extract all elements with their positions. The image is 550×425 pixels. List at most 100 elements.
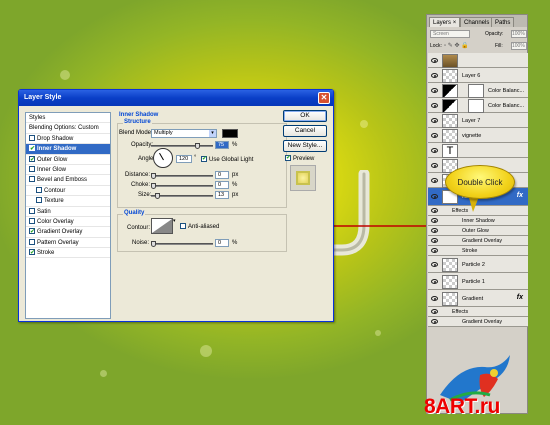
lock-icons[interactable]: ▫ ✎ ✥ 🔒 — [444, 42, 469, 49]
style-item[interactable]: Inner Glow — [26, 165, 110, 176]
style-item[interactable]: Inner Shadow — [26, 144, 110, 155]
angle-field[interactable]: 120 — [176, 155, 192, 163]
effect-row[interactable]: Gradient Overlay — [428, 236, 528, 246]
ok-button[interactable]: OK — [283, 110, 327, 122]
eye-icon[interactable] — [431, 147, 438, 153]
style-item[interactable]: Styles — [26, 113, 110, 124]
checkbox-icon[interactable] — [36, 197, 42, 204]
anti-aliased-checkbox[interactable]: Anti-aliased — [180, 223, 219, 230]
shadow-color-swatch[interactable] — [222, 129, 238, 138]
new-style-button[interactable]: New Style... — [283, 140, 327, 152]
eye-icon[interactable] — [431, 295, 438, 301]
layer-row[interactable]: T — [428, 143, 528, 158]
effect-row[interactable]: Effects — [428, 307, 528, 317]
layer-row[interactable]: Layer 7 — [428, 113, 528, 128]
chevron-down-icon[interactable]: ▾ — [173, 218, 176, 224]
style-item[interactable]: Drop Shadow — [26, 134, 110, 145]
style-item[interactable]: Blending Options: Custom — [26, 123, 110, 134]
style-item-label: Color Overlay — [37, 218, 74, 225]
eye-icon[interactable] — [431, 102, 438, 108]
eye-icon[interactable] — [431, 319, 438, 324]
eye-icon[interactable] — [431, 278, 438, 284]
lock-label: Lock: — [430, 43, 442, 49]
global-light-checkbox[interactable]: Use Global Light — [201, 155, 253, 163]
layer-row[interactable] — [428, 53, 528, 68]
style-item[interactable]: Stroke — [26, 248, 110, 258]
layer-row[interactable]: Color Balanc... — [428, 98, 528, 113]
checkbox-icon[interactable] — [29, 165, 35, 172]
style-item[interactable]: Outer Glow — [26, 155, 110, 165]
fx-icon[interactable]: fx — [517, 192, 523, 199]
checkbox-icon[interactable] — [29, 238, 35, 245]
eye-icon[interactable] — [431, 117, 438, 123]
checkbox-icon[interactable] — [29, 134, 35, 141]
style-item[interactable]: Gradient Overlay — [26, 227, 110, 238]
checkbox-icon[interactable] — [29, 176, 35, 183]
chevron-down-icon: ▾ — [209, 130, 216, 137]
fx-icon[interactable]: fx — [517, 294, 523, 301]
style-item[interactable]: Texture — [26, 196, 110, 207]
choke-field[interactable]: 0 — [215, 181, 229, 189]
eye-icon[interactable] — [431, 208, 438, 213]
eye-icon[interactable] — [431, 177, 438, 183]
style-item[interactable]: Pattern Overlay — [26, 238, 110, 249]
close-icon[interactable]: ✕ — [318, 92, 330, 104]
effect-row[interactable]: Inner Shadow — [428, 216, 528, 226]
cancel-button[interactable]: Cancel — [283, 125, 327, 137]
tab-channels[interactable]: Channels — [460, 17, 494, 27]
layer-row[interactable]: Particle 2 — [428, 256, 528, 273]
noise-field[interactable]: 0 — [215, 239, 229, 247]
eye-icon[interactable] — [431, 261, 438, 267]
checkbox-icon[interactable] — [29, 217, 35, 224]
checkbox-icon[interactable] — [29, 155, 35, 165]
checkbox-icon[interactable] — [29, 207, 35, 214]
opacity-field[interactable]: 75 — [215, 141, 229, 149]
layer-row[interactable]: Particle 1 — [428, 273, 528, 290]
layer-row[interactable]: Gradient fx — [428, 290, 528, 307]
preview-checkbox[interactable]: Preview — [285, 154, 314, 162]
tab-layers[interactable]: Layers × — [429, 17, 461, 27]
blend-mode-select[interactable]: Multiply ▾ — [151, 129, 217, 138]
eye-icon[interactable] — [431, 72, 438, 78]
style-item[interactable]: Contour — [26, 186, 110, 197]
contour-picker[interactable] — [151, 218, 173, 234]
eye-icon[interactable] — [431, 162, 438, 168]
angle-dial[interactable] — [153, 148, 173, 168]
opacity-slider[interactable] — [151, 143, 213, 149]
blend-mode-dropdown[interactable]: Screen — [430, 30, 470, 38]
eye-icon[interactable] — [431, 194, 438, 199]
layer-row[interactable]: vignette — [428, 128, 528, 143]
eye-icon[interactable] — [431, 238, 438, 243]
eye-icon[interactable] — [431, 57, 438, 63]
fill-input[interactable]: 100% — [511, 42, 527, 50]
checkbox-icon[interactable] — [36, 186, 42, 193]
eye-icon[interactable] — [431, 228, 438, 233]
style-item[interactable]: Bevel and Emboss — [26, 175, 110, 186]
checkbox-icon[interactable] — [29, 227, 35, 238]
choke-slider[interactable] — [151, 183, 213, 189]
checkbox-icon[interactable] — [29, 144, 35, 155]
size-field[interactable]: 13 — [215, 191, 229, 199]
eye-icon[interactable] — [431, 87, 438, 93]
effect-row[interactable]: Stroke — [428, 246, 528, 256]
effect-row[interactable]: Gradient Overlay — [428, 317, 528, 327]
dialog-titlebar[interactable]: Layer Style ✕ — [19, 90, 333, 106]
distance-slider[interactable] — [151, 173, 213, 179]
effect-row[interactable]: Outer Glow — [428, 226, 528, 236]
eye-icon[interactable] — [431, 218, 438, 223]
style-item[interactable]: Color Overlay — [26, 217, 110, 228]
noise-slider[interactable] — [151, 241, 213, 247]
tab-paths[interactable]: Paths — [491, 17, 515, 27]
layer-row[interactable]: Layer 6 — [428, 68, 528, 83]
checkbox-icon[interactable] — [29, 248, 35, 258]
eye-icon[interactable] — [431, 132, 438, 138]
eye-icon[interactable] — [431, 309, 438, 314]
size-slider[interactable] — [151, 193, 213, 199]
layer-row[interactable]: Color Balanc... — [428, 83, 528, 98]
eye-icon[interactable] — [431, 248, 438, 253]
style-item[interactable]: Satin — [26, 207, 110, 217]
effect-name: Stroke — [462, 248, 478, 254]
close-icon[interactable]: × — [453, 20, 457, 26]
opacity-input[interactable]: 100% — [511, 30, 527, 38]
distance-field[interactable]: 0 — [215, 171, 229, 179]
